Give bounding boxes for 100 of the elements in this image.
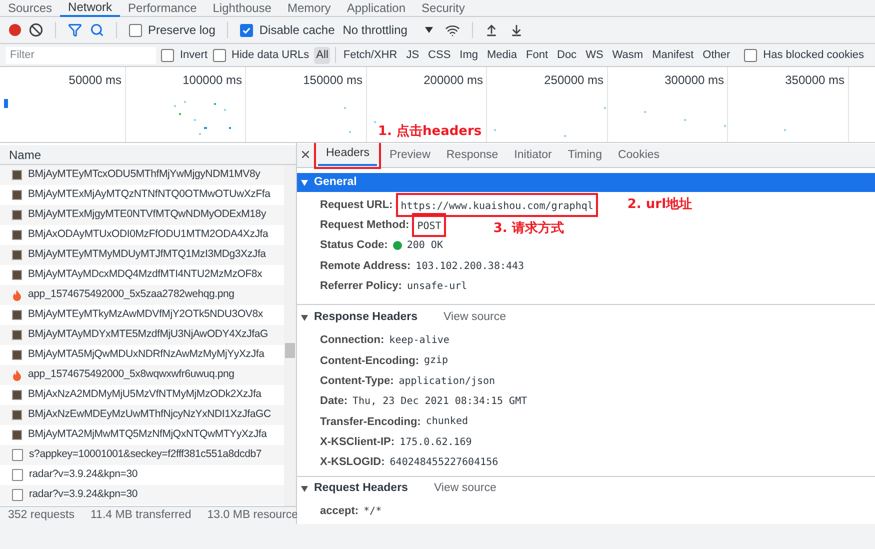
section-header[interactable]: Response Headers View source	[297, 308, 875, 328]
header-name: Request Method:	[320, 218, 410, 234]
panel-tab[interactable]: Application	[338, 0, 414, 17]
checkbox-label: Disable cache	[259, 22, 335, 39]
view-source-link[interactable]: View source	[434, 480, 496, 498]
request-name: s?appkey=10001001&seckey=f2fff381c551a8dcdb7	[29, 447, 262, 462]
status-text: 352 requests	[7, 508, 76, 523]
throttling-select[interactable]: No throttling	[342, 21, 434, 39]
panel-tab[interactable]: Security	[414, 0, 473, 17]
panel-tab[interactable]: Performance	[120, 0, 205, 17]
scrollbar[interactable]	[284, 165, 296, 506]
request-row[interactable]: BMjAxNzEwMDEyMzUwMThfNjcyNzYxNDI1XzJfaGC	[0, 405, 284, 425]
checkbox-label: Preserve log	[148, 22, 216, 39]
request-name: BMjAyMTEyMTkyMzAwMDVfMjY2OTk5NDU3OV8x	[28, 307, 263, 322]
request-row[interactable]: BMjAyMTEyMTMyMDUyMTJfMTQ1MzI3MDg3XzJfa	[0, 245, 284, 265]
detail-tab[interactable]: Cookies	[610, 145, 668, 167]
request-row[interactable]: BMjAyMTExMjgyMTE0NTVfMTQwNDMyODExM18y	[0, 205, 284, 225]
header-name: Status Code:	[320, 238, 388, 254]
checkbox[interactable]	[212, 48, 226, 62]
header-name: Request URL:	[320, 198, 393, 213]
request-name: BMjAyMTAyMDYxMTE5MzdfMjU3NjAwODY4XzJfaG	[28, 327, 268, 342]
request-name: BMjAyMTA2MjMwMTQ5MzNfMjQxNTQwMTYyXzJfa	[28, 427, 267, 442]
expand-triangle-icon	[301, 314, 308, 321]
time-tick-label: 300000 ms	[664, 73, 724, 88]
detail-tab[interactable]: Initiator	[506, 145, 560, 167]
search-icon[interactable]	[90, 23, 104, 37]
section-header[interactable]: Request Headers View source	[297, 480, 875, 499]
header-name: Date:	[320, 394, 348, 410]
request-name: app_1574675492000_5x8wqwxwfr6uwuq.png	[28, 367, 234, 382]
checkbox[interactable]	[161, 48, 174, 62]
request-name: BMjAxNzA2MDMyMjU5MzVfNTMyMjMzODk2XzJfa	[28, 387, 262, 402]
type-filter[interactable]: Media	[485, 46, 519, 64]
type-filter[interactable]: Doc	[555, 46, 579, 64]
header-name: Connection:	[320, 333, 384, 348]
filter-icon[interactable]	[68, 23, 82, 37]
request-row[interactable]: app_1574675492000_5x5zaa2782wehqg.png	[0, 285, 284, 305]
type-filter[interactable]: JS	[404, 46, 422, 64]
clear-icon[interactable]	[29, 23, 43, 37]
header-value: unsafe-url	[406, 280, 468, 294]
type-filter[interactable]: CSS	[426, 46, 453, 64]
checkbox[interactable]	[744, 48, 758, 62]
request-row[interactable]: BMjAyMTAyMDYxMTE5MzdfMjU3NjAwODY4XzJfaG	[0, 325, 284, 345]
panel-tab[interactable]: Sources	[0, 0, 60, 17]
header-value: 200 OK	[406, 239, 443, 254]
section-title: General	[314, 174, 357, 190]
panel-tab[interactable]: Lighthouse	[204, 0, 280, 17]
request-name: BMjAyMTExMjgyMTE0NTVfMTQwNDMyODExM18y	[28, 207, 266, 222]
type-filter[interactable]: All	[314, 46, 330, 64]
time-tick-label: 150000 ms	[303, 73, 362, 88]
time-tick-label: 50000 ms	[68, 73, 122, 88]
request-name: app_1574675492000_5x5zaa2782wehqg.png	[28, 287, 234, 302]
close-icon[interactable]	[302, 151, 309, 158]
type-filter[interactable]: Img	[458, 46, 480, 64]
request-row[interactable]: app_1574675492000_5x8wqwxwfr6uwuq.png	[0, 365, 284, 385]
request-name: BMjAyMTEyMTMyMDUyMTJfMTQ1MzI3MDg3XzJfa	[28, 247, 266, 262]
filter-field[interactable]: Filter	[6, 46, 156, 64]
request-name: BMjAxNzEwMDEyMzUwMThfNjcyNzYxNDI1XzJfaGC	[28, 407, 271, 422]
type-filter[interactable]: Wasm	[610, 46, 646, 64]
section-title: Response Headers	[314, 310, 418, 326]
header-name: X-KSLOGID:	[320, 455, 385, 470]
request-name: BMjAxODAyMTUxODI0MzFfODU1MTM2ODA4XzJfa	[28, 227, 268, 242]
detail-tab[interactable]: Response	[438, 145, 506, 167]
type-filter[interactable]: WS	[584, 46, 606, 64]
header-name: Referrer Policy:	[320, 279, 402, 294]
header-value: https://www.kuaishou.com/graphql	[400, 201, 594, 212]
header-name: X-KSClient-IP:	[320, 434, 395, 450]
document-icon	[12, 449, 23, 461]
header-value: keep-alive	[389, 334, 450, 348]
request-name: BMjAyMTA5MjQwMDUxNDRfNzAwMzMyMjYyXzJfa	[28, 347, 264, 362]
request-name: radar?v=3.9.24&kpn=30	[29, 467, 138, 482]
type-filter[interactable]: Other	[700, 46, 732, 64]
annotation-label: 2. url地址	[627, 196, 692, 214]
type-filter[interactable]: Manifest	[650, 46, 696, 64]
header-value: 640248455227604156	[390, 456, 498, 470]
detail-tab[interactable]: Timing	[560, 145, 610, 167]
type-filter[interactable]: Font	[524, 46, 550, 64]
detail-tab[interactable]: Headers	[318, 144, 378, 166]
document-icon	[12, 469, 23, 481]
request-row[interactable]: s?appkey=10001001&seckey=f2fff381c551a8dcdb7	[0, 445, 284, 465]
expand-triangle-icon	[301, 180, 308, 186]
detail-tab[interactable]: Preview	[381, 145, 438, 167]
record-button[interactable]	[9, 24, 21, 36]
checkbox[interactable]	[129, 24, 142, 36]
checkbox-label: Has blocked cookies	[763, 48, 864, 63]
header-name: Content-Type:	[320, 374, 394, 389]
download-icon[interactable]	[510, 24, 524, 36]
network-settings-icon[interactable]	[445, 22, 460, 38]
upload-icon[interactable]	[485, 24, 498, 36]
checkbox[interactable]	[240, 24, 254, 36]
view-source-link[interactable]: View source	[444, 309, 506, 327]
header-name: Content-Encoding:	[320, 354, 419, 369]
column-header[interactable]: Name	[0, 145, 296, 165]
section-header[interactable]: General	[297, 173, 875, 192]
request-name: BMjAyMTAyMDcxMDQ4MzdfMTI4NTU2MzMzOF8x	[28, 267, 262, 282]
caret-icon	[425, 27, 434, 33]
panel-tab[interactable]: Memory	[279, 0, 339, 17]
request-row[interactable]: BMjAyMTEyMTcxODU5MThfMjYwMjgyNDM1MV8y	[0, 165, 284, 185]
header-value: 103.102.200.38:443	[416, 260, 524, 274]
type-filter[interactable]: Fetch/XHR	[341, 46, 400, 64]
request-row[interactable]: radar?v=3.9.24&kpn=30	[0, 485, 284, 505]
